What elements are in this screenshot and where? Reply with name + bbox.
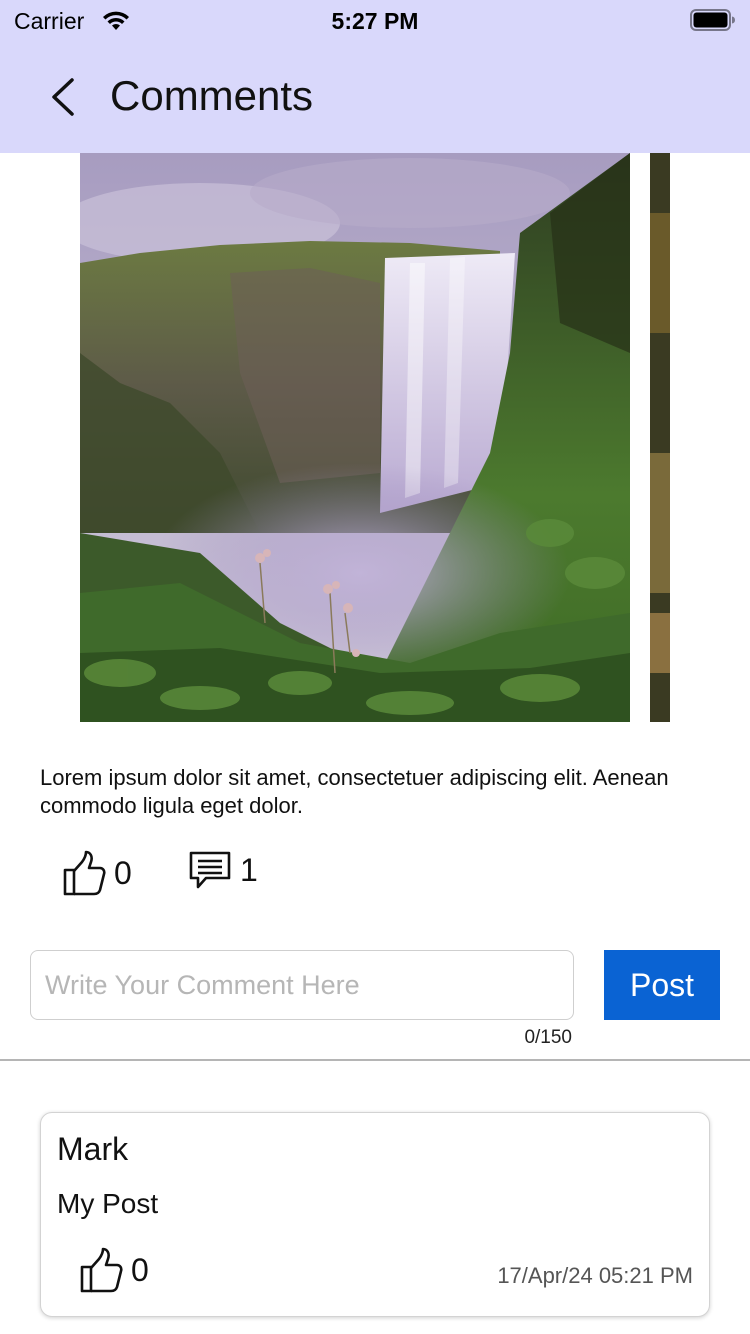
comments-button[interactable]: 1 (188, 850, 258, 890)
next-photo-peek (650, 153, 670, 722)
comment-bubble-icon (189, 851, 231, 889)
comment-like-count: 0 (131, 1251, 149, 1288)
comment-author: Mark (57, 1131, 129, 1167)
character-counter: 0/150 (524, 1027, 572, 1048)
thumbs-up-icon (63, 850, 106, 896)
image-carousel[interactable] (0, 153, 750, 722)
clock-time: 5:27 PM (331, 8, 419, 34)
comment-card: Mark My Post 0 17/Apr/24 05:21 PM (40, 1112, 710, 1317)
post-button[interactable]: Post (604, 950, 720, 1020)
status-bar: Carrier 5:27 PM (0, 0, 750, 40)
post-description: Lorem ipsum dolor sit amet, consectetuer… (40, 765, 669, 818)
comment-input[interactable] (30, 950, 574, 1020)
back-chevron-icon[interactable] (40, 74, 84, 120)
divider (0, 1059, 750, 1061)
like-count: 0 (114, 854, 132, 891)
comment-like-button[interactable]: 0 (79, 1247, 149, 1293)
nav-bar: Comments (0, 40, 750, 153)
like-button[interactable]: 0 (62, 850, 132, 896)
comment-text: My Post (57, 1188, 159, 1219)
thumbs-up-icon (80, 1247, 123, 1293)
comment-timestamp: 17/Apr/24 05:21 PM (497, 1263, 693, 1288)
waterfall-photo (80, 153, 630, 722)
battery-icon (690, 9, 735, 31)
page-title: Comments (110, 72, 314, 119)
comment-count: 1 (240, 851, 258, 888)
